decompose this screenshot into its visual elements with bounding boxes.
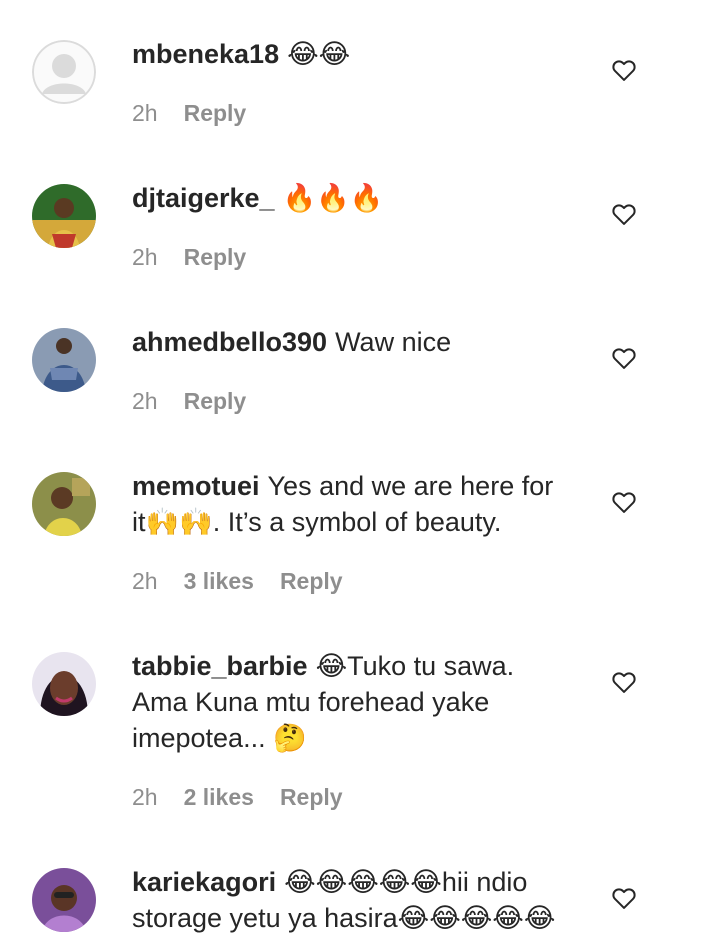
comment-time: 2h [132, 388, 158, 414]
comment-time: 2h [132, 568, 158, 594]
comment-username[interactable]: mbeneka18 [132, 39, 279, 69]
comment-username[interactable]: ahmedbello390 [132, 327, 327, 357]
avatar[interactable] [32, 40, 96, 104]
reply-button[interactable]: Reply [184, 98, 247, 128]
comment-username[interactable]: tabbie_barbie [132, 651, 308, 681]
heart-outline-icon[interactable] [610, 668, 638, 696]
comment-meta: 2h Reply [132, 98, 572, 128]
comment-username[interactable]: djtaigerke_ [132, 183, 275, 213]
comment-time: 2h [132, 100, 158, 126]
comment-text: 🔥🔥🔥 [282, 183, 384, 213]
avatar[interactable] [32, 868, 96, 932]
avatar-photo [32, 184, 96, 248]
heart-outline-icon[interactable] [610, 344, 638, 372]
person-placeholder-icon [32, 40, 96, 104]
comment-text: Waw nice [335, 327, 452, 357]
avatar[interactable] [32, 328, 96, 392]
reply-button[interactable]: Reply [280, 566, 343, 596]
comment-text: 😂😂 [287, 39, 351, 69]
reply-button[interactable]: Reply [280, 782, 343, 812]
likes-count[interactable]: 3 likes [184, 566, 254, 596]
avatar[interactable] [32, 652, 96, 716]
heart-outline-icon[interactable] [610, 488, 638, 516]
likes-count[interactable]: 2 likes [184, 782, 254, 812]
reply-button[interactable]: Reply [184, 242, 247, 272]
comment-meta: 2h 2 likes Reply [132, 782, 572, 812]
avatar-photo [32, 472, 96, 536]
comment-username[interactable]: kariekagori [132, 867, 276, 897]
heart-outline-icon[interactable] [610, 884, 638, 912]
heart-outline-icon[interactable] [610, 200, 638, 228]
avatar[interactable] [32, 184, 96, 248]
heart-outline-icon[interactable] [610, 56, 638, 84]
avatar-photo [32, 652, 96, 716]
avatar[interactable] [32, 472, 96, 536]
comment-time: 2h [132, 244, 158, 270]
comment-username[interactable]: memotuei [132, 471, 260, 501]
comment-meta: 2h Reply [132, 242, 572, 272]
reply-button[interactable]: Reply [184, 386, 247, 416]
avatar-photo [32, 868, 96, 932]
avatar-photo [32, 328, 96, 392]
comment-time: 2h [132, 784, 158, 810]
comment-meta: 2h 3 likes Reply [132, 566, 572, 596]
comment-meta: 2h Reply [132, 386, 572, 416]
